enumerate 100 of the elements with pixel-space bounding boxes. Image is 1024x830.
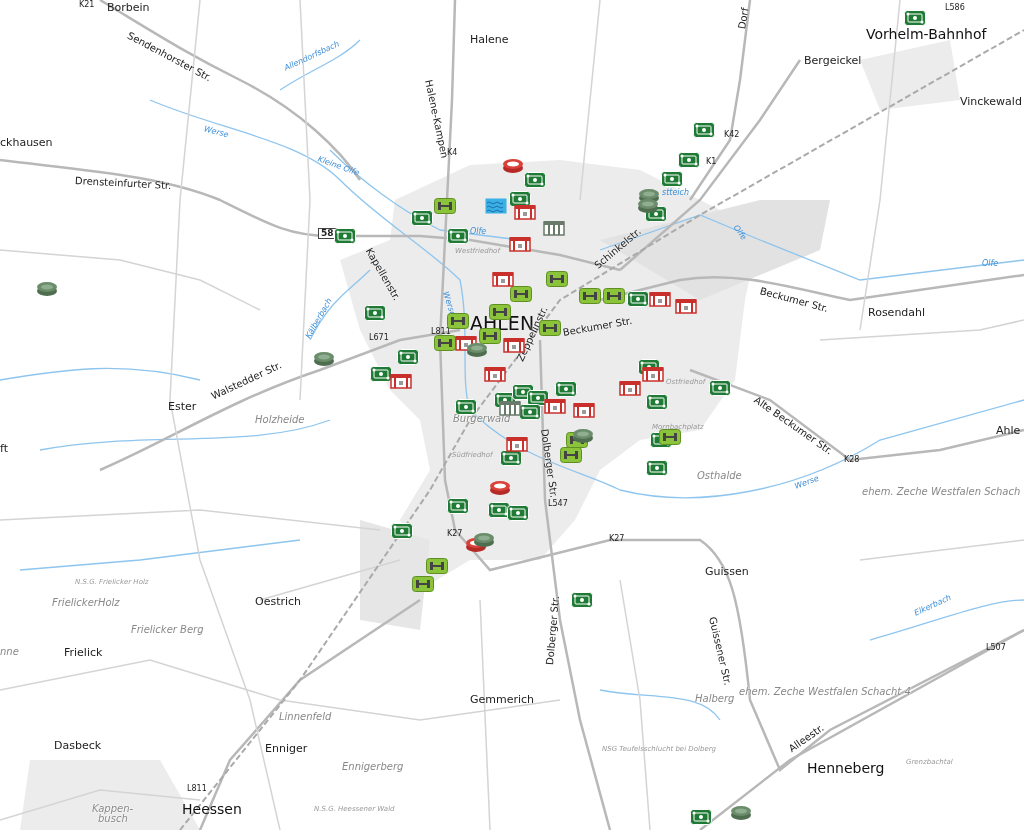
area-name: ehem. Zeche Westfalen Schach bbox=[862, 487, 1021, 497]
seesaw-marker-icon[interactable] bbox=[519, 404, 541, 420]
dumbbell-marker-icon[interactable] bbox=[426, 558, 448, 574]
place-name: Guissen bbox=[705, 566, 749, 577]
seesaw-marker-icon[interactable] bbox=[904, 10, 926, 26]
water-name: Werse bbox=[202, 125, 230, 140]
seesaw-marker-icon[interactable] bbox=[709, 380, 731, 396]
place-name: Dasbeck bbox=[54, 740, 102, 751]
place-name: Enniger bbox=[265, 743, 308, 754]
place-name: Halene bbox=[470, 34, 509, 45]
area-name: Kappen- bbox=[92, 804, 134, 814]
place-name: Rosendahl bbox=[868, 307, 926, 318]
seesaw-marker-icon[interactable] bbox=[447, 228, 469, 244]
building-marker-icon[interactable] bbox=[492, 271, 514, 287]
building-marker-icon[interactable] bbox=[390, 373, 412, 389]
arena-marker-icon[interactable] bbox=[36, 281, 58, 297]
town-name: Heessen bbox=[182, 802, 242, 816]
building-marker-icon[interactable] bbox=[543, 220, 565, 236]
place-name: Vinckewald bbox=[960, 96, 1022, 107]
street-name: Dolberger Str. bbox=[545, 595, 562, 666]
seesaw-marker-icon[interactable] bbox=[334, 228, 356, 244]
seesaw-marker-icon[interactable] bbox=[555, 381, 577, 397]
dumbbell-marker-icon[interactable] bbox=[546, 271, 568, 287]
building-marker-icon[interactable] bbox=[499, 400, 521, 416]
arena-marker-icon[interactable] bbox=[473, 532, 495, 548]
place-name: ckhausen bbox=[0, 137, 53, 148]
street-name: Guissener Str. bbox=[707, 615, 733, 687]
arena-marker-icon[interactable] bbox=[730, 805, 752, 821]
seesaw-marker-icon[interactable] bbox=[397, 349, 419, 365]
seesaw-marker-icon[interactable] bbox=[364, 305, 386, 321]
place-name: Bergeickel bbox=[804, 55, 862, 66]
building-marker-icon[interactable] bbox=[509, 236, 531, 252]
dumbbell-marker-icon[interactable] bbox=[560, 447, 582, 463]
dumbbell-marker-icon[interactable] bbox=[603, 288, 625, 304]
arena-marker-icon[interactable] bbox=[313, 351, 335, 367]
dumbbell-marker-icon[interactable] bbox=[579, 288, 601, 304]
place-name: Ester bbox=[168, 401, 197, 412]
area-name: busch bbox=[98, 814, 128, 824]
town-name: Vorhelm-Bahnhof bbox=[866, 27, 987, 41]
seesaw-marker-icon[interactable] bbox=[627, 291, 649, 307]
road-number: K27 bbox=[608, 535, 626, 543]
seesaw-marker-icon[interactable] bbox=[693, 122, 715, 138]
arena-marker-icon[interactable] bbox=[637, 198, 659, 214]
building-marker-icon[interactable] bbox=[675, 298, 697, 314]
dumbbell-marker-icon[interactable] bbox=[434, 335, 456, 351]
road-number: K4 bbox=[447, 149, 459, 157]
stadium-marker-icon[interactable] bbox=[489, 480, 511, 496]
building-marker-icon[interactable] bbox=[642, 366, 664, 382]
road-number: L811 bbox=[430, 328, 452, 336]
seesaw-marker-icon[interactable] bbox=[661, 171, 683, 187]
building-marker-icon[interactable] bbox=[573, 402, 595, 418]
seesaw-marker-icon[interactable] bbox=[507, 505, 529, 521]
dumbbell-marker-icon[interactable] bbox=[412, 576, 434, 592]
building-marker-icon[interactable] bbox=[506, 436, 528, 452]
road-number: K1 bbox=[705, 158, 718, 166]
stadium-marker-icon[interactable] bbox=[502, 158, 524, 174]
road-number: K28 bbox=[843, 456, 861, 464]
seesaw-marker-icon[interactable] bbox=[455, 399, 477, 415]
street-name: Beckumer Str. bbox=[562, 315, 633, 338]
building-marker-icon[interactable] bbox=[544, 398, 566, 414]
water-name: stteich bbox=[662, 189, 690, 197]
building-marker-icon[interactable] bbox=[619, 380, 641, 396]
area-name: Holzheide bbox=[255, 415, 305, 425]
road-number: L811 bbox=[186, 785, 208, 793]
dumbbell-marker-icon[interactable] bbox=[510, 286, 532, 302]
road-number: K42 bbox=[723, 131, 741, 139]
seesaw-marker-icon[interactable] bbox=[488, 502, 510, 518]
building-marker-icon[interactable] bbox=[649, 291, 671, 307]
arena-marker-icon[interactable] bbox=[572, 428, 594, 444]
seesaw-marker-icon[interactable] bbox=[500, 450, 522, 466]
place-name: ft bbox=[0, 443, 8, 454]
seesaw-marker-icon[interactable] bbox=[447, 498, 469, 514]
dumbbell-marker-icon[interactable] bbox=[659, 429, 681, 445]
building-marker-icon[interactable] bbox=[484, 366, 506, 382]
place-name: Oestrich bbox=[255, 596, 302, 607]
town-name: Henneberg bbox=[807, 761, 885, 775]
dumbbell-marker-icon[interactable] bbox=[479, 328, 501, 344]
seesaw-marker-icon[interactable] bbox=[524, 172, 546, 188]
seesaw-marker-icon[interactable] bbox=[678, 152, 700, 168]
dumbbell-marker-icon[interactable] bbox=[434, 198, 456, 214]
seesaw-marker-icon[interactable] bbox=[509, 191, 531, 207]
arena-marker-icon[interactable] bbox=[466, 342, 488, 358]
seesaw-marker-icon[interactable] bbox=[571, 592, 593, 608]
street-name: Drensteinfurter Str. bbox=[74, 176, 172, 192]
road-number: K21 bbox=[78, 1, 96, 9]
street-name: Dolberger Str. bbox=[539, 428, 559, 499]
seesaw-marker-icon[interactable] bbox=[646, 394, 668, 410]
seesaw-marker-icon[interactable] bbox=[646, 460, 668, 476]
place-name: Ahle bbox=[996, 425, 1021, 436]
dumbbell-marker-icon[interactable] bbox=[447, 313, 469, 329]
seesaw-marker-icon[interactable] bbox=[391, 523, 413, 539]
road-number: L586 bbox=[944, 4, 966, 12]
seesaw-marker-icon[interactable] bbox=[370, 366, 392, 382]
water-name: Werse bbox=[793, 474, 821, 491]
seesaw-marker-icon[interactable] bbox=[411, 210, 433, 226]
seesaw-marker-icon[interactable] bbox=[690, 809, 712, 825]
place-name: Frielick bbox=[64, 647, 103, 658]
place-name: Gemmerich bbox=[470, 694, 535, 705]
area-name: Halberg bbox=[695, 694, 735, 704]
building-marker-icon[interactable] bbox=[514, 204, 536, 220]
